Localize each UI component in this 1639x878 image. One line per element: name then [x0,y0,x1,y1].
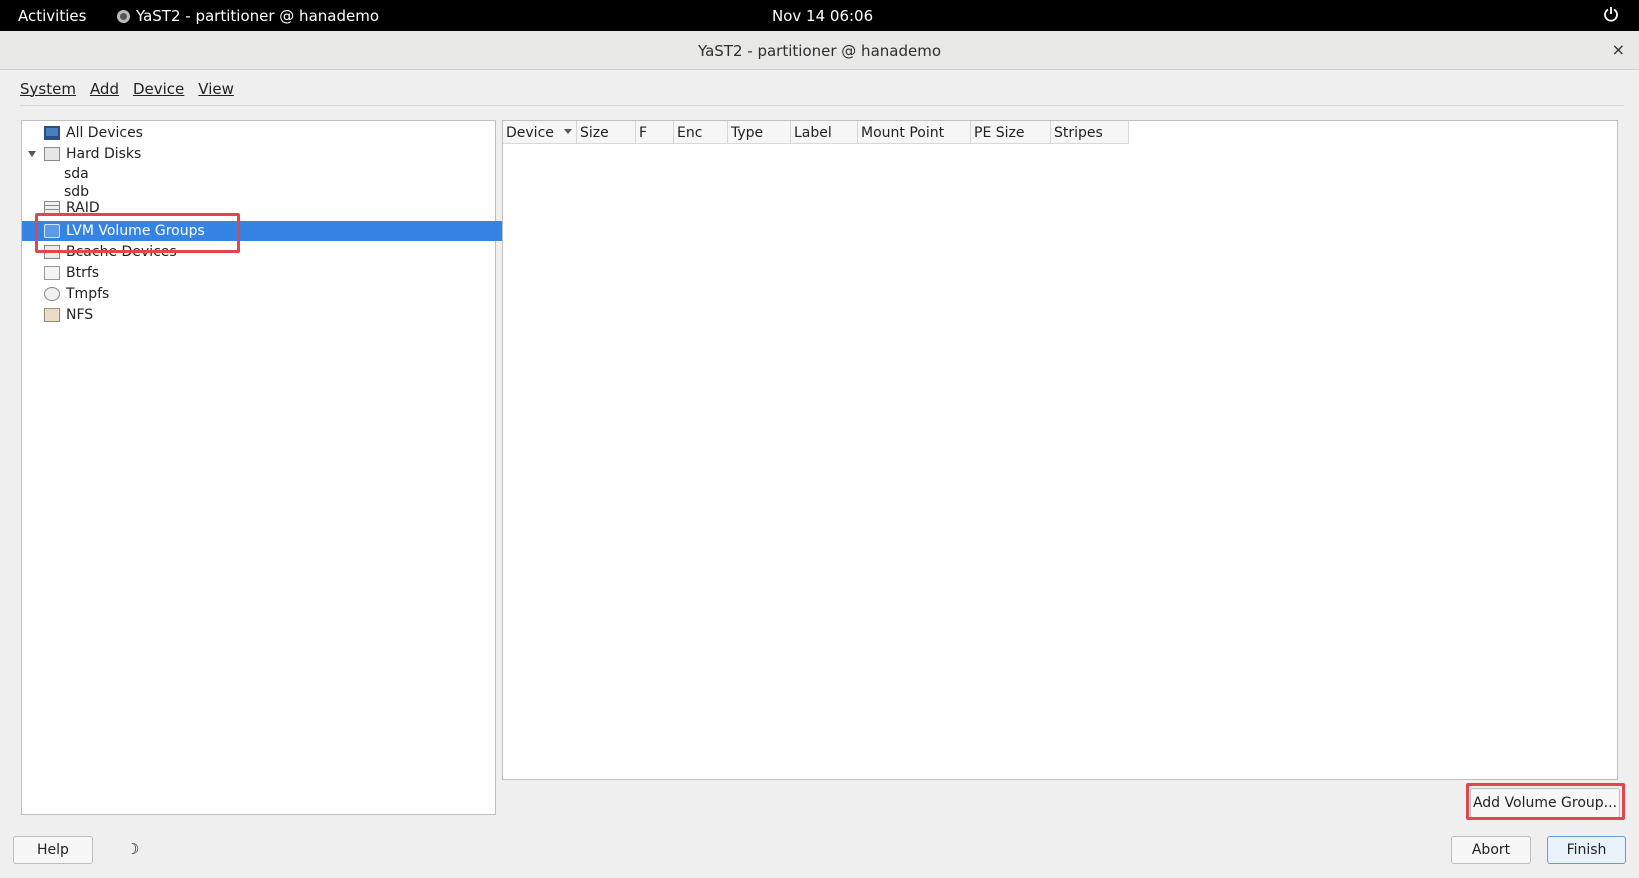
activities-button[interactable]: Activities [18,7,86,25]
btrfs-icon [44,266,60,280]
system-top-bar: Activities YaST2 - partitioner @ hanadem… [0,0,1639,31]
power-icon[interactable] [1603,6,1619,22]
help-button[interactable]: Help [13,836,93,864]
tree-item-label: Hard Disks [66,146,142,162]
menu-system[interactable]: System [20,80,76,102]
finish-button[interactable]: Finish [1547,836,1626,864]
column-header-type[interactable]: Type [728,121,791,143]
tree-item-sda[interactable]: sda [22,164,537,184]
tree-item-btrfs[interactable]: Btrfs [22,263,517,283]
column-header-mount-point[interactable]: Mount Point [858,121,971,143]
column-header-device[interactable]: Device [503,121,577,143]
moon-icon: ☽ [126,840,140,858]
app-menu[interactable]: YaST2 - partitioner @ hanademo [117,7,379,25]
menu-view[interactable]: View [198,80,234,102]
device-table[interactable]: Device Size F Enc Type Label Mount Point… [502,120,1618,780]
tree-item-label: All Devices [66,125,143,141]
column-header-size[interactable]: Size [577,121,636,143]
window-title-bar: YaST2 - partitioner @ hanademo × [0,31,1639,70]
menu-bar: System Add Device View [20,80,234,102]
nfs-icon [44,308,60,322]
menu-device[interactable]: Device [133,80,184,102]
menu-separator [20,105,1624,106]
abort-button[interactable]: Abort [1451,836,1531,864]
highlight-box [1466,783,1625,820]
yast-app-icon [117,9,130,23]
column-header-pe-size[interactable]: PE Size [971,121,1051,143]
menu-add[interactable]: Add [90,80,119,102]
column-header-label[interactable]: Label [791,121,858,143]
tree-item-label: Btrfs [66,265,100,281]
highlight-box [35,213,240,253]
column-header-stripes[interactable]: Stripes [1051,121,1129,143]
disk-icon [44,147,60,161]
tree-item-label: Tmpfs [66,286,110,302]
sort-arrow-icon [564,129,572,134]
expander-arrow-icon[interactable] [28,151,36,157]
column-header-enc[interactable]: Enc [674,121,728,143]
table-header: Device Size F Enc Type Label Mount Point… [503,121,1129,144]
clock[interactable]: Nov 14 06:06 [772,7,873,25]
tmpfs-icon [44,287,60,301]
close-icon[interactable]: × [1612,40,1625,59]
tree-item-tmpfs[interactable]: Tmpfs [22,284,517,304]
tree-item-label: NFS [66,307,94,323]
tree-item-all-devices[interactable]: All Devices [22,123,517,143]
tree-item-sdb[interactable]: sdb [22,182,537,202]
tree-item-nfs[interactable]: NFS [22,305,517,325]
app-menu-title: YaST2 - partitioner @ hanademo [136,7,379,25]
window-title: YaST2 - partitioner @ hanademo [698,42,941,60]
monitor-icon [44,126,60,140]
tree-item-label: sdb [64,184,90,200]
tree-item-label: sda [64,166,89,182]
tree-item-hard-disks[interactable]: Hard Disks [22,144,501,164]
column-header-f[interactable]: F [636,121,674,143]
